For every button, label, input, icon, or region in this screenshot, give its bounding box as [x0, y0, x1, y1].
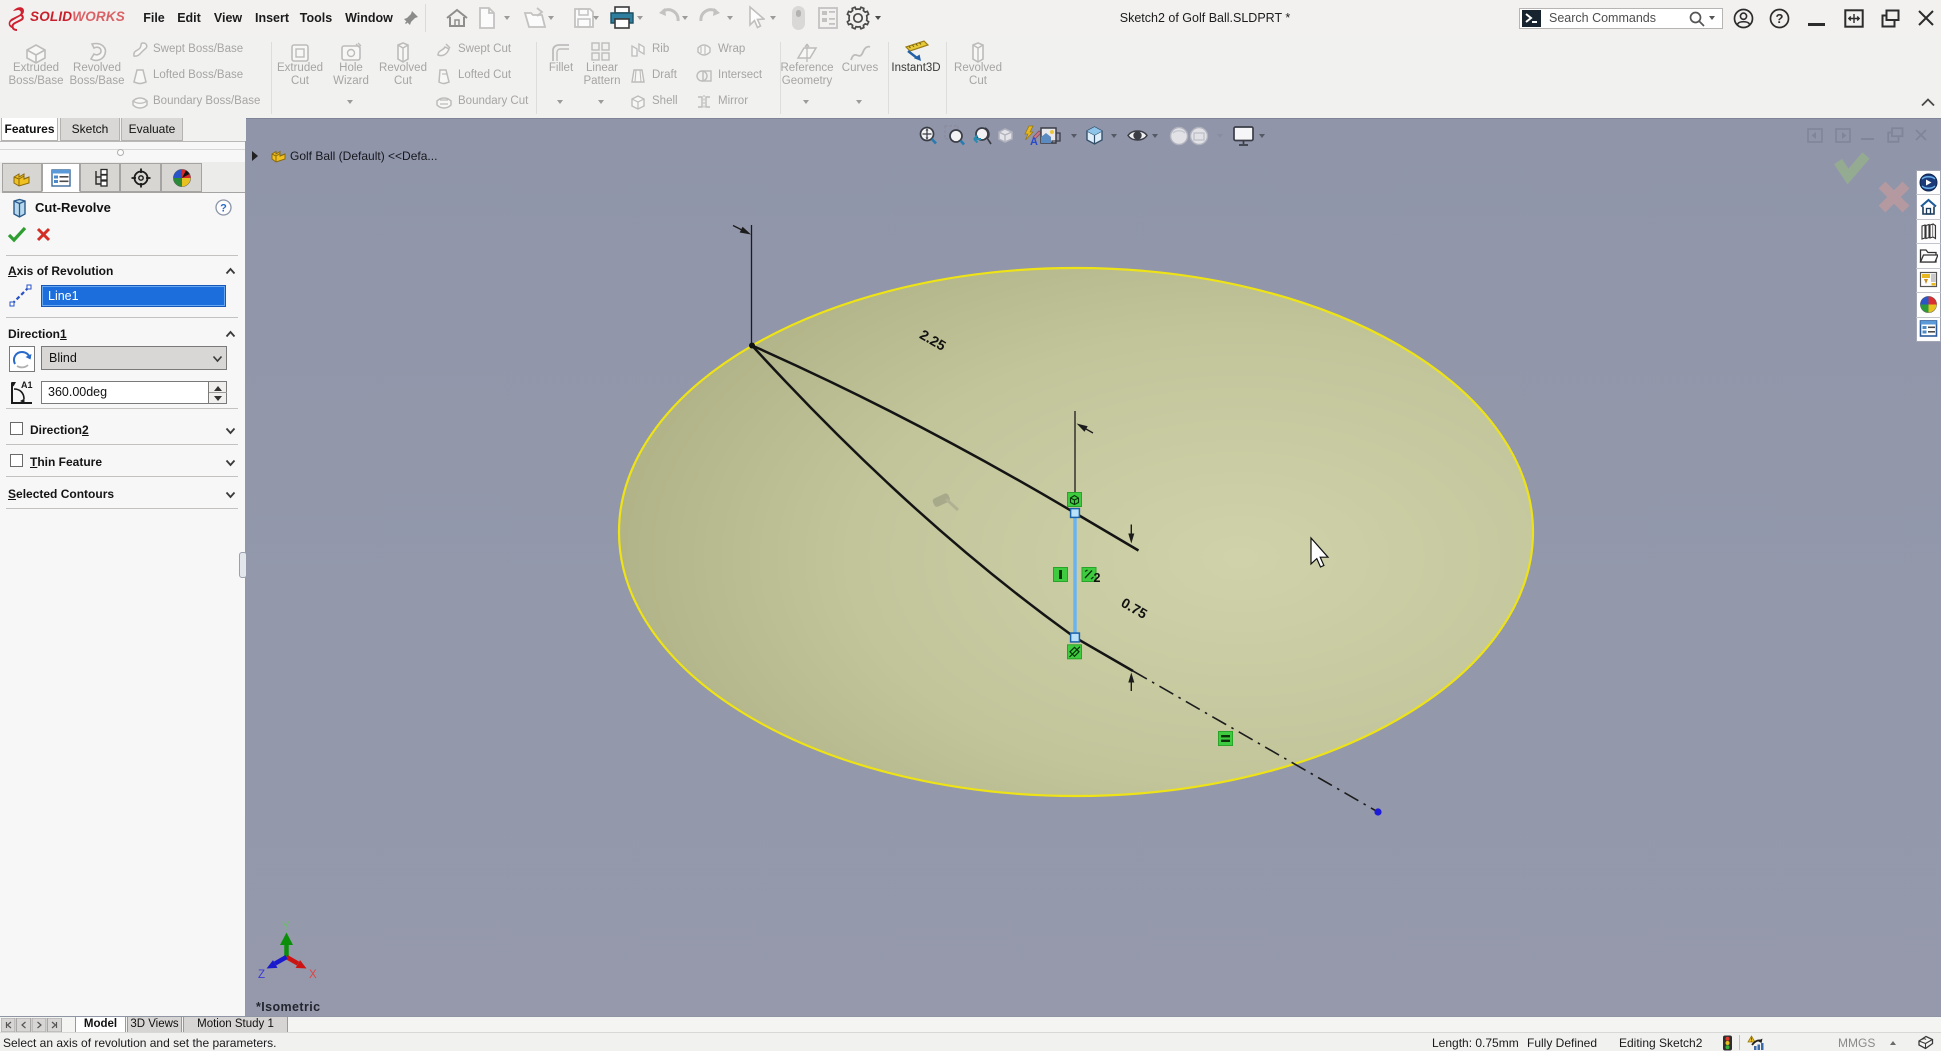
svg-text:A: A: [1030, 136, 1038, 147]
svg-text:!: !: [1751, 1038, 1753, 1044]
svg-text:2: 2: [1094, 571, 1101, 585]
svg-text:A1: A1: [21, 380, 33, 390]
svg-text:*Isometric: *Isometric: [256, 1000, 320, 1014]
svg-text:Z: Z: [258, 969, 265, 981]
svg-text:?: ?: [1776, 11, 1784, 26]
svg-text:Y: Y: [282, 921, 290, 933]
svg-text:?: ?: [220, 203, 227, 215]
svg-text:X: X: [309, 969, 317, 981]
